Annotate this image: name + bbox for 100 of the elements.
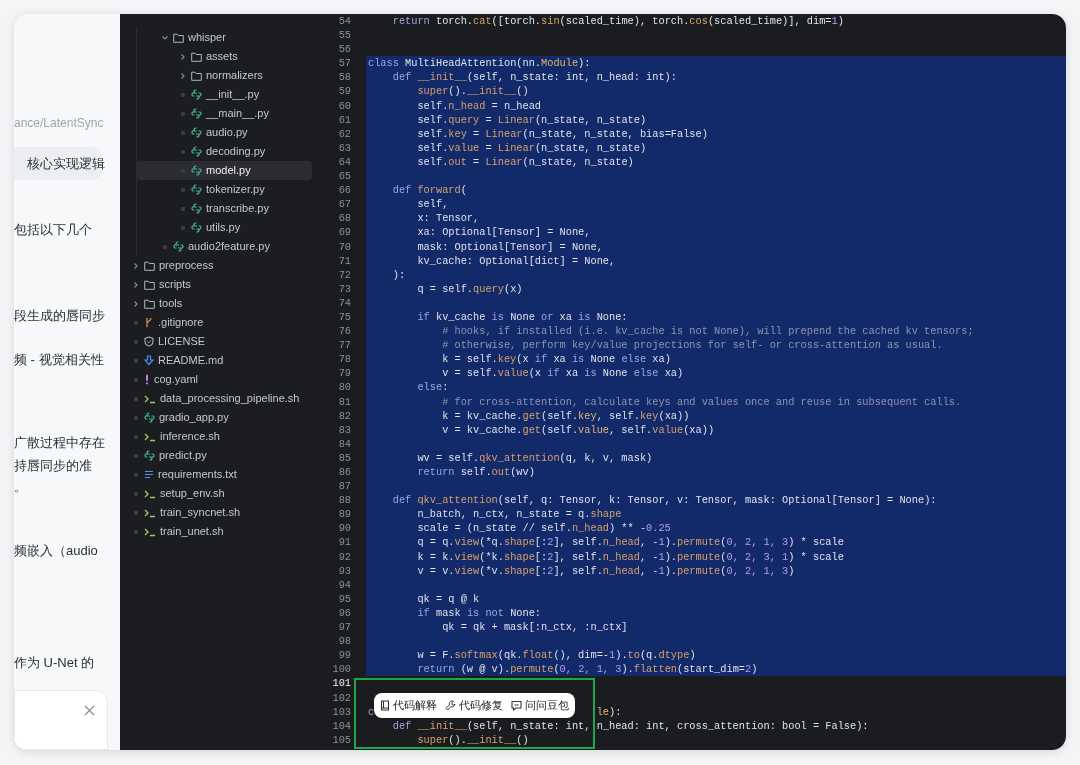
tree-item[interactable]: inference.sh bbox=[126, 427, 312, 446]
action-button[interactable]: 代码解释 bbox=[380, 697, 437, 714]
bullet-icon bbox=[132, 510, 140, 515]
bullet-icon bbox=[132, 415, 140, 420]
tree-item[interactable]: .gitignore bbox=[126, 313, 312, 332]
folder-icon bbox=[144, 260, 155, 271]
bullet-icon bbox=[179, 187, 187, 192]
line-number: 71 bbox=[337, 253, 351, 268]
tree-item[interactable]: LICENSE bbox=[126, 332, 312, 351]
chevron-right-icon bbox=[179, 71, 187, 80]
tree-item[interactable]: scripts bbox=[126, 275, 312, 294]
tree-item[interactable]: audio2feature.py bbox=[137, 237, 312, 256]
message-text: 频 - 视觉相关性 bbox=[14, 351, 104, 368]
close-icon[interactable] bbox=[84, 705, 95, 716]
tree-item[interactable]: gradio_app.py bbox=[126, 408, 312, 427]
folder-icon bbox=[173, 32, 184, 43]
line-number: 100 bbox=[331, 662, 351, 677]
action-button[interactable]: 问问豆包 bbox=[511, 697, 569, 714]
chevron-right-icon bbox=[132, 299, 140, 308]
message-text: 频嵌入（audio bbox=[14, 542, 98, 559]
tree-item[interactable]: assets bbox=[137, 47, 312, 66]
line-number: 75 bbox=[337, 309, 351, 325]
tree-item[interactable]: preprocess bbox=[126, 256, 312, 275]
line-number: 70 bbox=[337, 239, 351, 254]
line-number: 58 bbox=[337, 70, 351, 85]
python-icon bbox=[144, 450, 155, 461]
terminal-icon bbox=[144, 526, 156, 537]
python-icon bbox=[191, 165, 202, 176]
line-number: 99 bbox=[337, 648, 351, 663]
tree-item[interactable]: decoding.py bbox=[137, 142, 312, 161]
message-text: 持唇同步的准 bbox=[14, 457, 92, 474]
branch-icon bbox=[144, 317, 154, 328]
bullet-icon bbox=[179, 111, 187, 116]
bullet-icon bbox=[132, 377, 140, 382]
tree-item[interactable]: README.md bbox=[126, 351, 312, 370]
line-number: 67 bbox=[337, 197, 351, 212]
tree-item[interactable]: utils.py bbox=[137, 218, 312, 237]
bullet-icon bbox=[132, 453, 140, 458]
chevron-right-icon bbox=[132, 261, 140, 270]
tree-item[interactable]: train_syncnet.sh bbox=[126, 503, 312, 522]
bullet-icon bbox=[179, 130, 187, 135]
tree-item[interactable]: audio.py bbox=[137, 123, 312, 142]
line-number: 78 bbox=[337, 352, 351, 367]
message-text: 段生成的唇同步 bbox=[14, 307, 105, 324]
python-icon bbox=[191, 222, 202, 233]
bullet-icon bbox=[179, 225, 187, 230]
line-number: 68 bbox=[337, 211, 351, 226]
line-number: 55 bbox=[337, 28, 351, 43]
message-text: 广散过程中存在 bbox=[14, 434, 105, 451]
line-number: 66 bbox=[337, 183, 351, 198]
tree-item[interactable]: requirements.txt bbox=[126, 465, 312, 484]
folder-icon bbox=[144, 298, 155, 309]
line-number: 85 bbox=[337, 450, 351, 465]
line-number: 61 bbox=[337, 112, 351, 127]
line-number: 105 bbox=[331, 732, 351, 747]
line-number: 57 bbox=[337, 56, 351, 71]
bullet-icon bbox=[132, 491, 140, 496]
bullet-icon bbox=[132, 358, 140, 363]
tree-item[interactable]: __main__.py bbox=[137, 104, 312, 123]
chevron-down-icon bbox=[161, 33, 169, 42]
action-button[interactable]: 代码修复 bbox=[445, 697, 503, 714]
line-number: 89 bbox=[337, 507, 351, 522]
line-number: 76 bbox=[337, 324, 351, 339]
line-number: 59 bbox=[337, 84, 351, 99]
bullet-icon bbox=[179, 206, 187, 211]
line-number: 72 bbox=[337, 267, 351, 282]
text-file-icon bbox=[144, 470, 154, 479]
terminal-icon bbox=[144, 488, 156, 499]
code-line: super().__init__() bbox=[416, 732, 529, 747]
tree-item[interactable]: model.py bbox=[137, 161, 312, 180]
line-number: 65 bbox=[337, 169, 351, 184]
folder-icon bbox=[191, 51, 202, 62]
chat-item[interactable]: 核心实现逻辑 bbox=[14, 147, 103, 180]
tree-item[interactable]: transcribe.py bbox=[137, 199, 312, 218]
download-icon bbox=[144, 355, 154, 366]
line-number: 101 bbox=[331, 676, 351, 691]
bullet-icon bbox=[132, 529, 140, 534]
terminal-icon bbox=[144, 393, 156, 404]
tree-item[interactable]: tools bbox=[126, 294, 312, 313]
line-number: 74 bbox=[337, 295, 351, 310]
tree-item[interactable]: whisper bbox=[137, 28, 312, 47]
tree-item[interactable]: normalizers bbox=[137, 66, 312, 85]
line-number: 93 bbox=[337, 563, 351, 578]
tree-item[interactable]: tokenizer.py bbox=[137, 180, 312, 199]
tree-item[interactable]: cog.yaml bbox=[126, 370, 312, 389]
line-number: 91 bbox=[337, 535, 351, 550]
tree-item[interactable]: setup_env.sh bbox=[126, 484, 312, 503]
tree-item[interactable]: data_processing_pipeline.sh bbox=[126, 389, 312, 408]
tree-item[interactable]: train_unet.sh bbox=[126, 522, 312, 541]
path-text: ance/LatentSync bbox=[14, 115, 104, 132]
line-number: 98 bbox=[337, 634, 351, 649]
line-number: 79 bbox=[337, 366, 351, 381]
line-number: 102 bbox=[331, 690, 351, 705]
tree-item[interactable]: __init__.py bbox=[137, 85, 312, 104]
book-icon bbox=[380, 700, 390, 711]
line-number: 60 bbox=[337, 98, 351, 113]
folder-icon bbox=[144, 279, 155, 290]
tree-item[interactable]: predict.py bbox=[126, 446, 312, 465]
bullet-icon bbox=[132, 396, 140, 401]
line-number: 80 bbox=[337, 380, 351, 395]
